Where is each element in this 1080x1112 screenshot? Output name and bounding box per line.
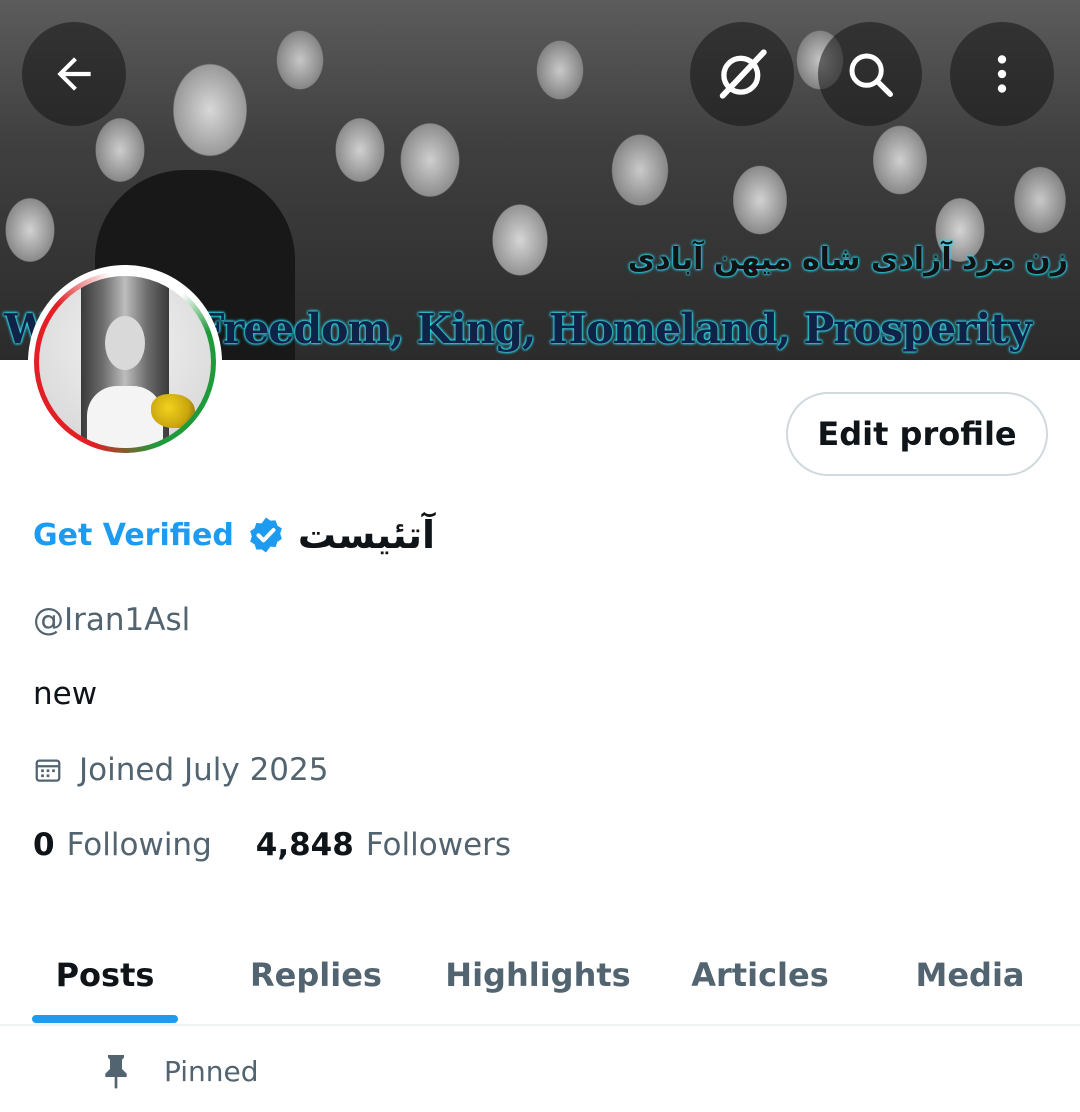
following-link[interactable]: 0 Following <box>33 827 212 863</box>
pinned-label: Pinned <box>100 1052 259 1090</box>
avatar-image <box>39 276 211 448</box>
verified-badge-icon[interactable] <box>246 515 286 555</box>
more-button[interactable] <box>950 22 1054 126</box>
avatar-ring <box>34 271 216 453</box>
follow-stats: 0 Following 4,848 Followers <box>33 827 511 863</box>
tab-articles[interactable]: Articles <box>660 925 860 1025</box>
display-name: آتئیست <box>297 513 436 557</box>
followers-label: Followers <box>365 827 512 863</box>
banner-persian-text: زن مرد آزادی شاه میهن آبادی <box>627 242 1068 277</box>
followers-link[interactable]: 4,848 Followers <box>256 827 511 863</box>
pinned-text: Pinned <box>164 1054 259 1088</box>
search-icon <box>849 53 893 97</box>
back-button[interactable] <box>22 22 126 126</box>
joined-date: Joined July 2025 <box>33 752 328 788</box>
tab-posts[interactable]: Posts <box>10 925 200 1025</box>
lion-and-sun-emblem <box>151 394 195 428</box>
tab-highlights[interactable]: Highlights <box>428 925 648 1025</box>
user-bio: new <box>33 676 98 712</box>
avatar[interactable] <box>28 265 222 459</box>
active-tab-indicator <box>32 1015 178 1023</box>
edit-profile-button[interactable]: Edit profile <box>786 392 1048 476</box>
grok-button[interactable] <box>690 22 794 126</box>
profile-tabs: Posts Replies Highlights Articles Media <box>0 925 1080 1025</box>
pin-icon <box>105 1055 127 1089</box>
user-handle: @Iran1Asl <box>33 602 191 638</box>
more-vertical-icon <box>997 55 1007 93</box>
get-verified-link[interactable]: Get Verified <box>33 518 234 553</box>
back-arrow-icon <box>57 57 91 91</box>
followers-count: 4,848 <box>255 827 354 863</box>
following-label: Following <box>66 827 212 863</box>
joined-text: Joined July 2025 <box>79 752 329 788</box>
grok-icon <box>719 49 767 99</box>
search-button[interactable] <box>818 22 922 126</box>
tab-media[interactable]: Media <box>870 925 1070 1025</box>
following-count: 0 <box>33 827 55 863</box>
name-row: Get Verified آتئیست <box>33 505 435 565</box>
calendar-icon <box>35 759 61 782</box>
tabs-divider <box>0 1024 1080 1026</box>
tab-replies[interactable]: Replies <box>216 925 416 1025</box>
